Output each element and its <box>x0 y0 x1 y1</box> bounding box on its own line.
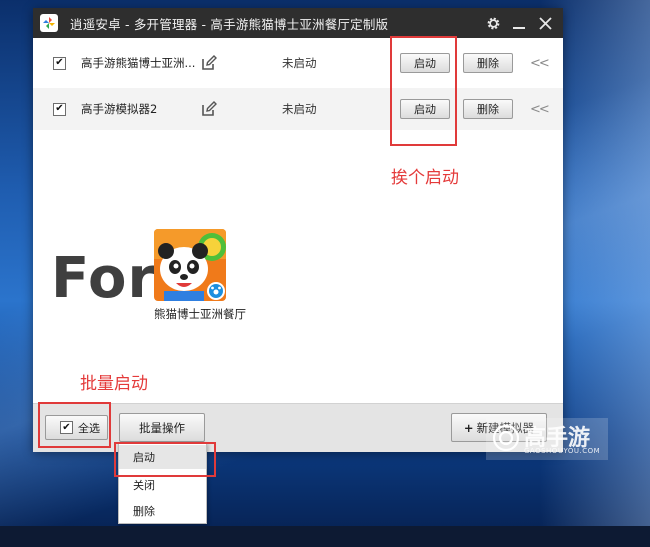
menu-item-close[interactable]: 关闭 <box>133 477 155 493</box>
instance-name: 高手游熊猫博士亚洲... <box>81 56 196 70</box>
settings-gear-icon[interactable] <box>483 13 503 33</box>
batch-operations-button[interactable]: 批量操作 <box>119 413 205 442</box>
game-app-icon <box>154 229 226 301</box>
title-bar[interactable]: 逍遥安卓 - 多开管理器 - 高手游熊猫博士亚洲餐厅定制版 <box>33 8 563 38</box>
menu-item-delete[interactable]: 删除 <box>133 503 155 519</box>
highlight-box-start-buttons <box>390 36 457 146</box>
instance-name: 高手游模拟器2 <box>81 102 158 116</box>
multi-instance-manager-window: 逍遥安卓 - 多开管理器 - 高手游熊猫博士亚洲餐厅定制版 ✔ 高手游熊猫博士亚… <box>33 8 563 452</box>
instance-status: 未启动 <box>282 102 317 116</box>
window-title: 逍遥安卓 - 多开管理器 - 高手游熊猫博士亚洲餐厅定制版 <box>70 16 389 32</box>
watermark-url: GAOSHOUYOU.COM <box>524 447 601 455</box>
close-icon[interactable] <box>535 13 555 33</box>
collapse-chevron-icon[interactable]: << <box>530 102 550 117</box>
game-name: 熊猫博士亚洲餐厅 <box>154 307 246 321</box>
delete-button[interactable]: 删除 <box>463 99 513 119</box>
instance-checkbox[interactable]: ✔ <box>53 56 66 70</box>
site-watermark: 高手游 GAOSHOUYOU.COM <box>486 418 608 460</box>
app-logo-icon <box>40 14 58 32</box>
annotation-one-by-one: 挨个启动 <box>391 168 459 188</box>
instance-status: 未启动 <box>282 56 317 70</box>
highlight-box-select-all <box>38 402 111 448</box>
edit-name-icon[interactable] <box>201 101 217 117</box>
plus-icon: + <box>463 420 474 435</box>
delete-button[interactable]: 删除 <box>463 53 513 73</box>
desktop-taskbar <box>0 526 650 547</box>
collapse-chevron-icon[interactable]: << <box>530 56 550 71</box>
instance-checkbox[interactable]: ✔ <box>53 102 66 116</box>
minimize-icon[interactable] <box>509 13 529 33</box>
promo-for-text: For <box>51 246 157 311</box>
annotation-batch: 批量启动 <box>80 374 148 394</box>
instance-row: ✔ 高手游模拟器2 未启动 启动 删除 << <box>33 88 563 130</box>
watermark-logo-icon <box>492 424 520 452</box>
instance-row: ✔ 高手游熊猫博士亚洲... 未启动 启动 删除 << <box>33 42 563 84</box>
bottom-toolbar: ✔ 全选 批量操作 + 新建模拟器 <box>33 403 563 452</box>
highlight-box-menu-start <box>114 442 216 477</box>
edit-name-icon[interactable] <box>201 55 217 71</box>
